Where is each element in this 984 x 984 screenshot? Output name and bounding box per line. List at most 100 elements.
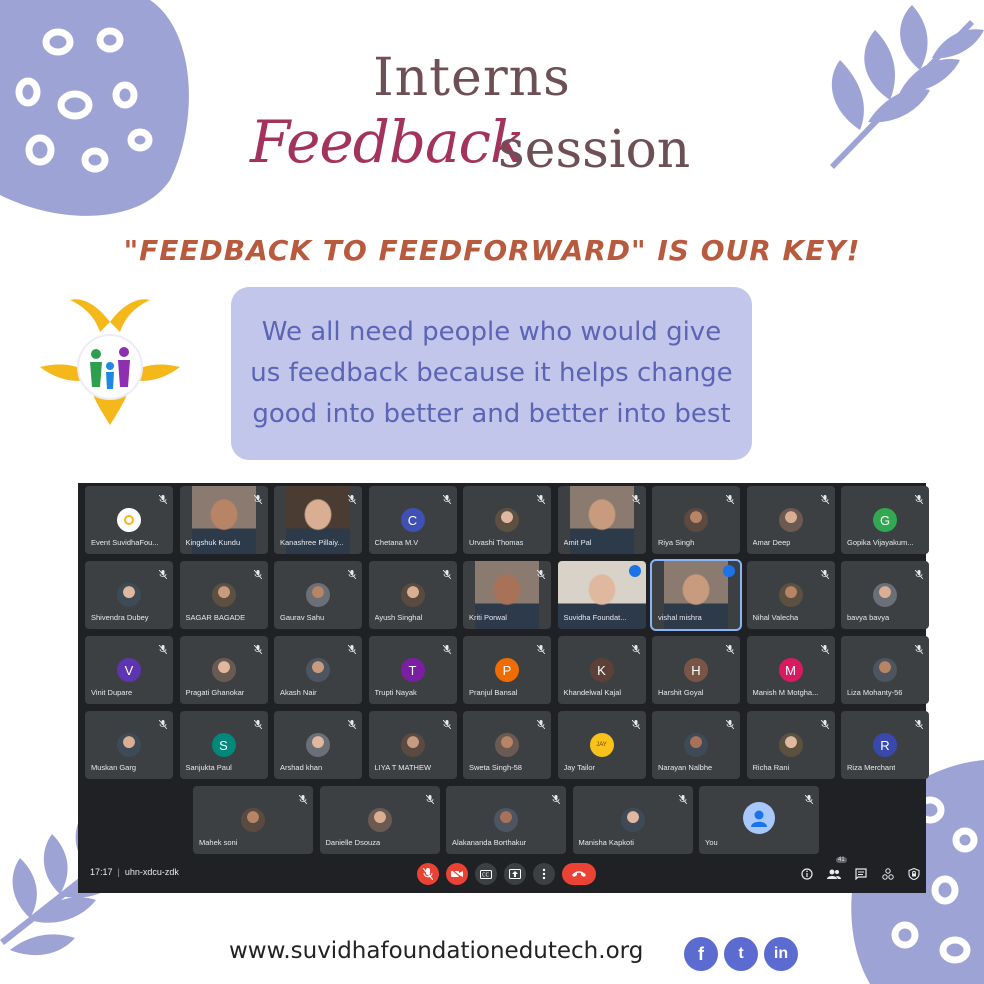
avatar-photo	[306, 733, 330, 757]
avatar-photo	[494, 808, 518, 832]
participant-name: Nihal Valecha	[752, 613, 799, 622]
participant-tile[interactable]: Danielle Dsouza	[319, 786, 440, 854]
participant-name: Muskan Garg	[91, 763, 137, 772]
participant-name: Riya Singh	[658, 538, 695, 547]
suvidha-logo	[40, 299, 180, 425]
participant-tile[interactable]: Amit Pal	[557, 486, 646, 554]
mic-muted-icon	[820, 491, 829, 505]
svg-text:CC: CC	[482, 872, 489, 878]
participant-tile[interactable]: Gaurav Sahu	[274, 561, 362, 629]
participant-tile[interactable]: LIYA T MATHEW	[368, 711, 457, 779]
participant-tile[interactable]: SAGAR BAGADE	[179, 561, 268, 629]
participant-tile[interactable]: Pragati Ghanokar	[179, 636, 268, 704]
participant-name: Jay Tailor	[563, 763, 596, 772]
avatar-photo	[400, 733, 425, 757]
participant-name: Kriti Porwal	[469, 613, 507, 622]
more-options-button[interactable]	[533, 863, 555, 885]
twitter-icon[interactable]: t	[724, 937, 758, 971]
chat-button[interactable]	[854, 867, 868, 881]
activities-button[interactable]	[881, 867, 895, 881]
participant-tile[interactable]: Alakananda Borthakur	[446, 786, 566, 854]
participant-tile[interactable]: Akash Nair	[274, 636, 362, 704]
participant-name: Amar Deep	[752, 538, 791, 547]
participant-tile[interactable]: Urvashi Thomas	[463, 486, 551, 554]
participant-tile[interactable]: Event SuvidhaFou...	[85, 486, 173, 554]
participant-name: Event SuvidhaFou...	[91, 538, 159, 547]
mic-muted-icon	[253, 641, 262, 655]
participant-tile[interactable]: Kingshuk Kundu	[179, 486, 268, 554]
mic-muted-icon	[442, 491, 451, 505]
participant-tile[interactable]: Suvidha Foundat...	[557, 561, 646, 629]
participant-name: Suvidha Foundat...	[563, 613, 627, 622]
captions-button[interactable]: CC	[475, 863, 497, 885]
people-button[interactable]	[827, 867, 841, 881]
mic-muted-icon	[347, 641, 357, 655]
facebook-icon[interactable]: f	[684, 937, 718, 971]
mic-muted-icon	[536, 566, 546, 580]
host-controls-button[interactable]	[907, 867, 921, 881]
participant-tile[interactable]: H Harshit Goyal	[652, 636, 740, 704]
participant-tile[interactable]: You	[699, 786, 819, 854]
participant-tile[interactable]: K Khandelwal Kajal	[557, 636, 646, 704]
participant-tile[interactable]: S Sanjukta Paul	[179, 711, 268, 779]
participant-name: Vinit Dupare	[91, 688, 133, 697]
participant-tile[interactable]: Kriti Porwal	[463, 561, 551, 629]
mic-muted-icon	[914, 566, 924, 580]
participant-name: Chetana M.V	[374, 538, 419, 547]
participant-tile[interactable]: Arshad khan	[274, 711, 362, 779]
participant-tile[interactable]: Nihal Valecha	[746, 561, 835, 629]
participant-tile[interactable]: Shivendra Dubey	[85, 561, 173, 629]
participant-name: Amit Pal	[563, 538, 592, 547]
participant-tile[interactable]: bavya bavya	[841, 561, 929, 629]
participant-name: Narayan Nalbhe	[658, 763, 713, 772]
participant-tile[interactable]: Ayush Singhal	[368, 561, 457, 629]
participant-name: Pragati Ghanokar	[185, 688, 245, 697]
participant-tile[interactable]: Manisha Kapkoti	[572, 786, 693, 854]
participant-tile[interactable]: P Pranjul Bansal	[463, 636, 551, 704]
avatar-initial: S	[211, 733, 236, 757]
participant-tile[interactable]: vishal mishra	[650, 559, 742, 631]
participant-name: Manish M Motgha...	[752, 688, 819, 697]
participant-name: Gaurav Sahu	[280, 613, 325, 622]
shield-lock-icon	[908, 868, 920, 880]
avatar-initial: C	[400, 508, 425, 532]
participant-tile[interactable]: Sweta Singh-58	[463, 711, 551, 779]
participant-tile[interactable]: C Chetana M.V	[368, 486, 457, 554]
mic-muted-icon	[253, 716, 262, 730]
participant-name: Sweta Singh-58	[469, 763, 522, 772]
participant-tile[interactable]: Kanashree Pillaiy...	[274, 486, 362, 554]
participant-tile[interactable]: Liza Mohanty-56	[841, 636, 929, 704]
participant-tile[interactable]: JAY Jay Tailor	[557, 711, 646, 779]
meeting-details-button[interactable]	[800, 867, 814, 881]
participant-tile[interactable]: R Riza Merchant	[841, 711, 929, 779]
mic-muted-icon	[347, 566, 357, 580]
avatar-initial: M	[778, 658, 803, 682]
participant-name: Danielle Dsouza	[325, 838, 381, 847]
participant-tile[interactable]: Muskan Garg	[85, 711, 173, 779]
participant-tile[interactable]: Riya Singh	[652, 486, 740, 554]
activities-icon	[882, 868, 894, 880]
title-interns: Interns	[373, 48, 571, 108]
participant-tile[interactable]: Mahek soni	[193, 786, 313, 854]
participant-tile[interactable]: M Manish M Motgha...	[746, 636, 835, 704]
avatar-initial: JAY	[589, 733, 614, 757]
participant-tile[interactable]: Amar Deep	[746, 486, 835, 554]
quote-box: We all need people who would give us fee…	[231, 287, 752, 460]
participant-tile[interactable]: V Vinit Dupare	[85, 636, 173, 704]
footer-website[interactable]: www.suvidhafoundationedutech.org	[229, 938, 643, 964]
mic-muted-icon	[914, 641, 924, 655]
present-screen-button[interactable]	[504, 863, 526, 885]
participant-tile[interactable]: Richa Rani	[746, 711, 835, 779]
avatar-photo	[620, 808, 645, 832]
linkedin-icon[interactable]: in	[764, 937, 798, 971]
participant-tile[interactable]: T Trupti Nayak	[368, 636, 457, 704]
meeting-control-bar: 17:17 | uhn-xdcu-zdk CC 41	[78, 853, 926, 893]
participant-tile[interactable]: Narayan Nalbhe	[652, 711, 740, 779]
avatar-initial: P	[495, 658, 519, 682]
leave-call-button[interactable]	[562, 863, 596, 885]
camera-off-button[interactable]	[446, 863, 468, 885]
meeting-info: 17:17 | uhn-xdcu-zdk	[90, 867, 179, 877]
mic-muted-icon	[678, 791, 687, 805]
mic-off-button[interactable]	[417, 863, 439, 885]
participant-tile[interactable]: G Gopika Vijayakum...	[841, 486, 929, 554]
